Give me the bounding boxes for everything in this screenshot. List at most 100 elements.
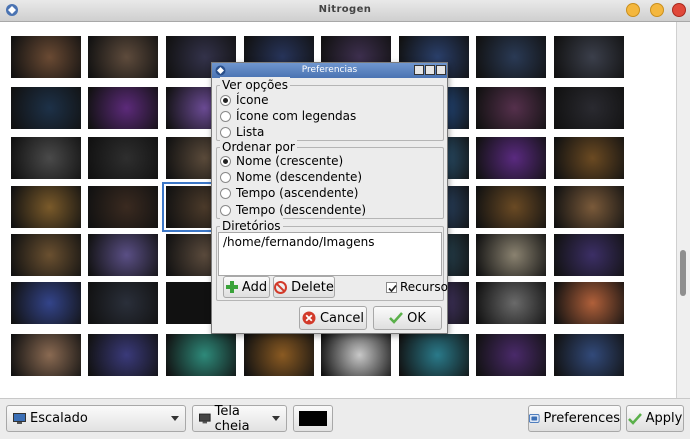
preferences-icon (529, 414, 540, 423)
radio-icon-view[interactable]: Ícone (220, 92, 268, 108)
wallpaper-thumbnail[interactable] (399, 334, 469, 376)
radio-icon-captions-view[interactable]: Ícone com legendas (220, 108, 356, 124)
wallpaper-thumbnail[interactable] (554, 186, 624, 228)
wallpaper-thumbnail[interactable] (88, 282, 158, 324)
wallpaper-thumbnail[interactable] (321, 334, 391, 376)
wallpaper-thumbnail[interactable] (88, 36, 158, 78)
chevron-down-icon (272, 416, 280, 421)
wallpaper-thumbnail[interactable] (11, 137, 81, 179)
radio-indicator (220, 171, 231, 183)
wallpaper-thumbnail[interactable] (554, 137, 624, 179)
radio-indicator (220, 187, 231, 199)
radio-indicator (220, 94, 231, 106)
radio-indicator (220, 204, 231, 216)
wallpaper-thumbnail[interactable] (554, 234, 624, 276)
wallpaper-thumbnail[interactable] (476, 186, 546, 228)
maximize-button[interactable] (650, 3, 664, 17)
delete-icon (274, 280, 288, 294)
scale-mode-combo[interactable]: Escalado (6, 405, 186, 432)
window-title: Nitrogen (318, 4, 372, 15)
wallpaper-thumbnail[interactable] (11, 234, 81, 276)
wallpaper-thumbnail[interactable] (476, 234, 546, 276)
checkmark-icon (627, 412, 642, 425)
plus-icon (225, 281, 238, 293)
dialog-minimize-button[interactable] (414, 65, 424, 75)
scrollbar-thumb[interactable] (680, 250, 686, 296)
delete-directory-button[interactable]: Delete (273, 276, 335, 298)
directory-list[interactable]: /home/fernando/Imagens (218, 232, 442, 276)
wallpaper-thumbnail[interactable] (476, 36, 546, 78)
radio-label: Tempo (descendente) (236, 203, 367, 217)
radio-label: Nome (descendente) (236, 170, 363, 184)
add-label: Add (241, 279, 268, 295)
recurse-checkbox[interactable]: Recurso (386, 279, 448, 295)
window-titlebar: Nitrogen (0, 0, 690, 22)
recurse-label: Recurso (400, 280, 448, 294)
check-mark-icon (388, 284, 397, 292)
radio-label: Ícone (236, 93, 269, 107)
directory-entry[interactable]: /home/fernando/Imagens (223, 235, 437, 249)
ok-label: OK (407, 310, 426, 326)
radio-indicator (220, 110, 231, 122)
wallpaper-thumbnail[interactable] (554, 87, 624, 129)
radio-list-view[interactable]: Lista (220, 124, 264, 140)
monitor-icon (199, 413, 211, 424)
radio-indicator (220, 126, 231, 138)
bg-color-swatch (299, 411, 327, 426)
add-directory-button[interactable]: Add (223, 276, 270, 298)
wallpaper-thumbnail[interactable] (11, 334, 81, 376)
radio-time-asc[interactable]: Tempo (ascendente) (220, 185, 358, 201)
screen-value: Tela cheia (214, 403, 250, 434)
radio-time-desc[interactable]: Tempo (descendente) (220, 202, 366, 218)
view-options-label: Ver opções (220, 77, 290, 93)
wallpaper-thumbnail[interactable] (554, 36, 624, 78)
radio-label: Nome (crescente) (236, 154, 344, 168)
wallpaper-thumbnail[interactable] (554, 282, 624, 324)
bg-color-button[interactable] (293, 405, 333, 432)
radio-label: Tempo (ascendente) (236, 186, 359, 200)
radio-name-desc[interactable]: Nome (descendente) (220, 169, 362, 185)
wallpaper-thumbnail[interactable] (88, 87, 158, 129)
minimize-button[interactable] (626, 3, 640, 17)
wallpaper-thumbnail[interactable] (11, 36, 81, 78)
wallpaper-thumbnail[interactable] (11, 186, 81, 228)
wallpaper-thumbnail[interactable] (244, 334, 314, 376)
dialog-close-button[interactable] (436, 65, 446, 75)
radio-indicator (220, 155, 231, 167)
checkmark-icon (389, 312, 404, 324)
dialog-title: Preferencias (301, 65, 358, 75)
scale-mode-value: Escalado (30, 411, 88, 426)
apply-label: Apply (645, 411, 683, 426)
cancel-icon (302, 311, 316, 325)
wallpaper-thumbnail[interactable] (554, 334, 624, 376)
dialog-titlebar: Preferencias (212, 63, 447, 78)
wallpaper-thumbnail[interactable] (476, 137, 546, 179)
dialog-maximize-button[interactable] (425, 65, 435, 75)
close-button[interactable] (672, 3, 686, 17)
ok-button[interactable]: OK (373, 306, 442, 330)
wallpaper-thumbnail[interactable] (88, 137, 158, 179)
preferences-button[interactable]: Preferences (528, 405, 621, 432)
screen-combo[interactable]: Tela cheia (192, 403, 287, 434)
wallpaper-thumbnail[interactable] (476, 334, 546, 376)
cancel-label: Cancel (319, 310, 365, 326)
wallpaper-thumbnail[interactable] (88, 186, 158, 228)
vertical-scrollbar[interactable] (676, 22, 690, 398)
wallpaper-thumbnail[interactable] (88, 334, 158, 376)
checkbox-indicator (386, 281, 397, 293)
wallpaper-thumbnail[interactable] (88, 234, 158, 276)
wallpaper-thumbnail[interactable] (476, 87, 546, 129)
cancel-button[interactable]: Cancel (299, 306, 367, 330)
radio-name-asc[interactable]: Nome (crescente) (220, 153, 343, 169)
wallpaper-thumbnail[interactable] (11, 282, 81, 324)
radio-label: Lista (236, 125, 265, 139)
preferences-dialog: Preferencias Ver opções Ícone Ícone com … (211, 62, 448, 334)
wallpaper-thumbnail[interactable] (11, 87, 81, 129)
apply-button[interactable]: Apply (626, 405, 684, 432)
chevron-down-icon (171, 416, 179, 421)
wallpaper-thumbnail[interactable] (476, 282, 546, 324)
wallpaper-thumbnail[interactable] (166, 334, 236, 376)
radio-label: Ícone com legendas (236, 109, 357, 123)
delete-label: Delete (291, 279, 334, 295)
monitor-icon (13, 413, 26, 424)
